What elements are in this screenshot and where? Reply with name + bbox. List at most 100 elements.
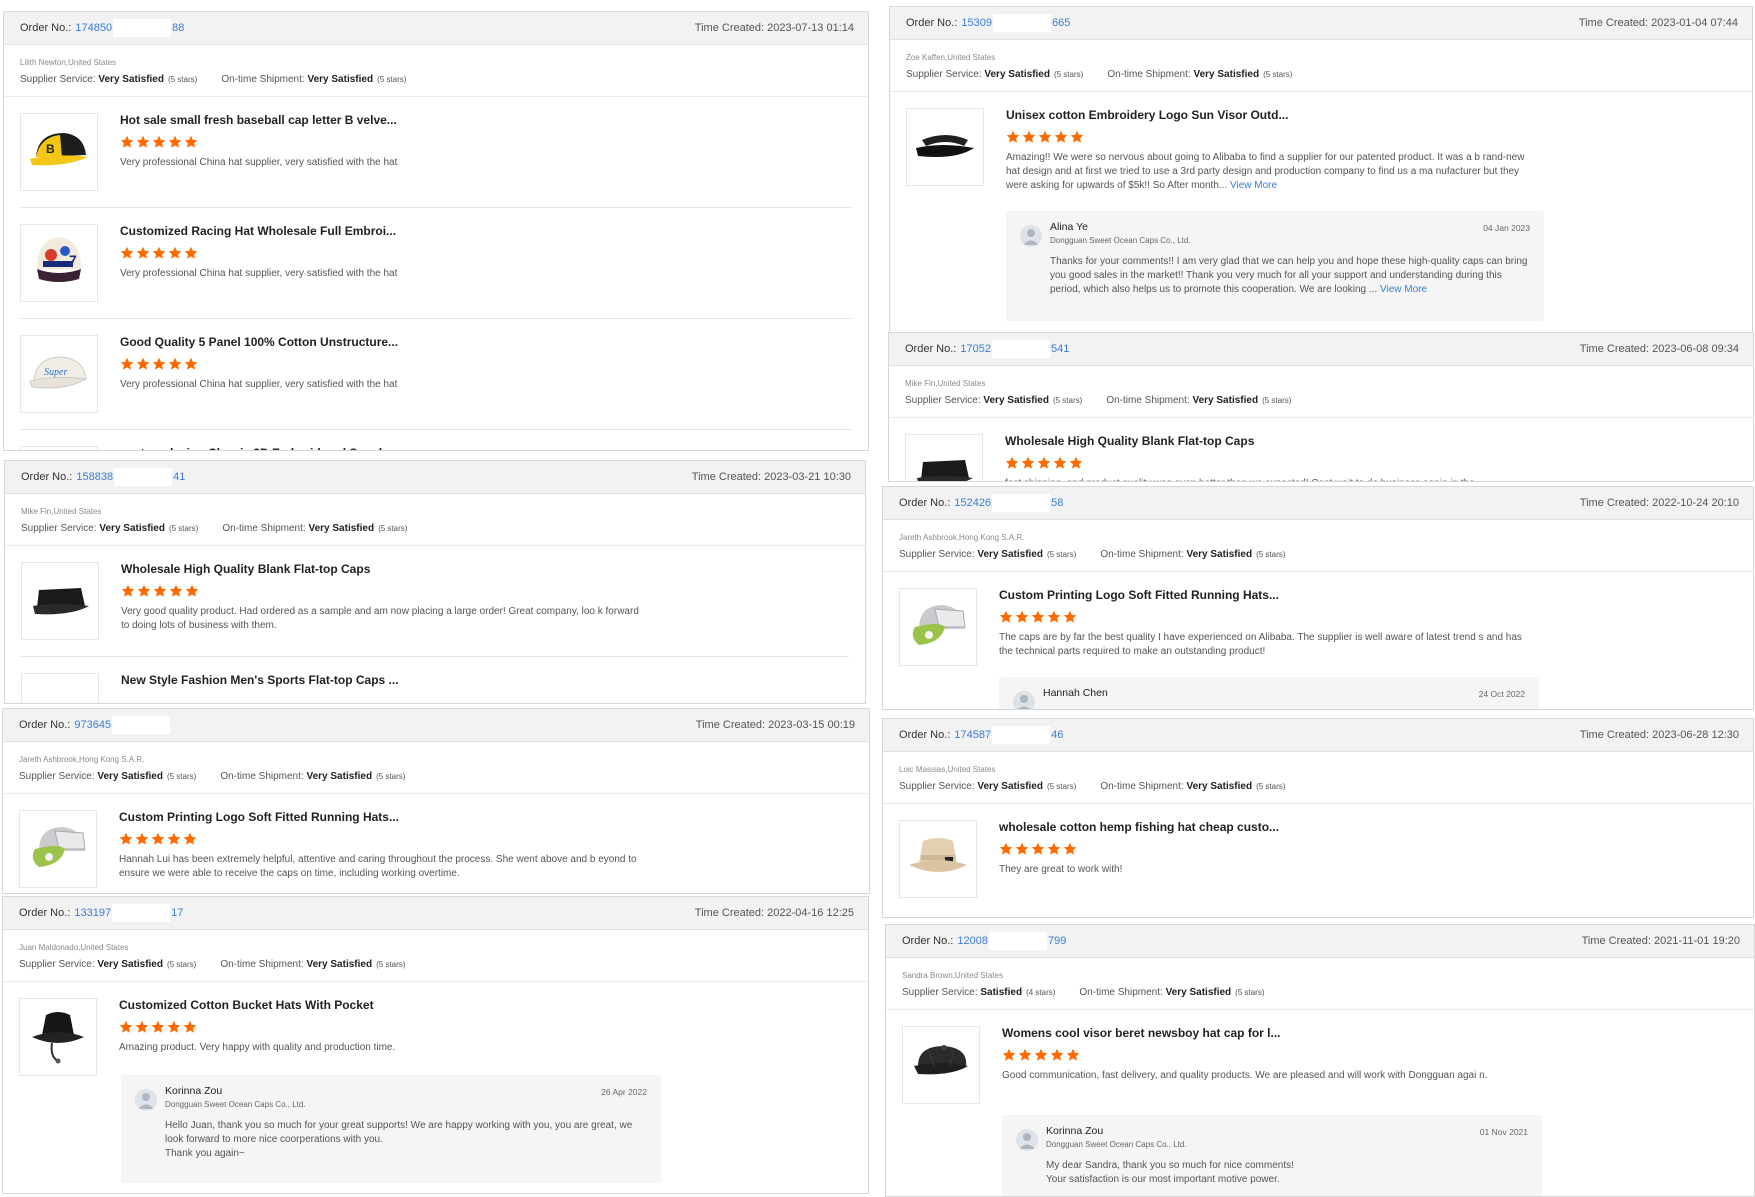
supplier-service: Supplier Service: Very Satisfied (5 stars… [899, 549, 1076, 560]
star-rating [121, 584, 639, 598]
ratings-row: Supplier Service: Very Satisfied (5 stars… [4, 67, 868, 85]
supplier-label: Supplier Service: [899, 781, 975, 792]
review-card: Order No.: 973645 Time Created: 2023-03-15… [2, 708, 870, 894]
reply-text: Thanks for your comments!! I am very gla… [1050, 255, 1530, 297]
shipment-label: On-time Shipment: [1106, 395, 1190, 406]
product-thumbnail[interactable] [906, 108, 984, 186]
card-header: Order No.: 973645 Time Created: 2023-03-15… [3, 709, 869, 742]
order-number-link[interactable]: 174587 [954, 729, 991, 741]
product-thumbnail[interactable] [899, 820, 977, 898]
order-number-suffix[interactable]: 541 [1051, 343, 1069, 355]
order-number-suffix[interactable]: 41 [173, 471, 185, 483]
product-thumbnail[interactable] [905, 434, 983, 481]
order-number-suffix[interactable]: 46 [1051, 729, 1063, 741]
product-thumbnail[interactable] [21, 673, 99, 703]
redaction-mask [113, 19, 172, 37]
shipment-stars: (5 stars) [376, 960, 406, 969]
time-label: Time Created: [694, 22, 765, 34]
review-card: Order No.: 17052 541 Time Created: 2023-06-… [888, 332, 1754, 482]
review-item: Custom Printing Logo Soft Fitted Running… [899, 572, 1737, 682]
product-title[interactable]: Customized Cotton Bucket Hats With Pocke… [119, 998, 642, 1012]
product-thumbnail[interactable] [19, 998, 97, 1076]
product-title[interactable]: Wholesale High Quality Blank Flat-top Ca… [1005, 434, 1527, 448]
order-number-link[interactable]: 15309 [961, 17, 992, 29]
product-thumbnail[interactable]: B [20, 113, 98, 191]
on-time-shipment: On-time Shipment: Very Satisfied (5 stars… [1100, 549, 1285, 560]
star-icon [168, 246, 182, 259]
product-title[interactable]: custom design Classic 3D Embroidered Sna… [120, 446, 642, 450]
product-title[interactable]: Hot sale small fresh baseball cap letter… [120, 113, 642, 127]
product-thumbnail[interactable] [21, 562, 99, 640]
view-more-link[interactable]: View More [1230, 180, 1277, 191]
product-thumbnail[interactable] [19, 810, 97, 888]
order-label: Order No.: [899, 497, 951, 509]
product-thumbnail[interactable]: Super [20, 335, 98, 413]
star-icon [1053, 456, 1067, 469]
review-comment-text: They are great to work with! [999, 864, 1123, 875]
order-label: Order No.: [19, 719, 71, 731]
shipment-stars: (5 stars) [1262, 396, 1292, 405]
product-title[interactable]: Customized Racing Hat Wholesale Full Emb… [120, 224, 642, 238]
order-number-link[interactable]: 174850 [75, 22, 112, 34]
review-comment: Very good quality product. Had ordered a… [121, 605, 639, 633]
product-title[interactable]: Unisex cotton Embroidery Logo Sun Visor … [1006, 108, 1526, 122]
star-icon [184, 246, 198, 259]
ratings-row: Supplier Service: Very Satisfied (5 stars… [883, 774, 1753, 792]
order-number-link[interactable]: 158838 [76, 471, 113, 483]
baseball-cap-icon: B [26, 125, 92, 180]
product-title[interactable]: Good Quality 5 Panel 100% Cotton Unstruc… [120, 335, 642, 349]
product-title[interactable]: Custom Printing Logo Soft Fitted Running… [119, 810, 643, 824]
card-header: Order No.: 15309 665 Time Created: 2023-01-… [890, 7, 1752, 40]
order-number-link[interactable]: 973645 [74, 719, 111, 731]
product-thumbnail[interactable] [899, 588, 977, 666]
view-more-link[interactable]: View More [1380, 284, 1427, 295]
review-item: Wholesale High Quality Blank Flat-top Ca… [21, 546, 849, 657]
buyer-name: Lilith Newton,United States [20, 58, 117, 67]
order-label: Order No.: [902, 935, 954, 947]
product-title[interactable]: wholesale cotton hemp fishing hat cheap … [999, 820, 1527, 834]
supplier-stars: (5 stars) [168, 524, 199, 533]
order-number-link[interactable]: 17052 [960, 343, 991, 355]
product-title[interactable]: New Style Fashion Men's Sports Flat-top … [121, 673, 639, 687]
product-thumbnail[interactable]: 7 [20, 224, 98, 302]
order-number-link[interactable]: 152426 [954, 497, 991, 509]
product-title[interactable]: Womens cool visor beret newsboy hat cap … [1002, 1026, 1528, 1040]
on-time-shipment: On-time Shipment: Very Satisfied (5 stars… [1100, 781, 1285, 792]
supplier-label: Supplier Service: [21, 523, 97, 534]
ratings-row: Supplier Service: Satisfied (4 stars) On-t… [886, 980, 1754, 998]
review-body: Customized Racing Hat Wholesale Full Emb… [120, 224, 642, 281]
redaction-mask [992, 726, 1051, 744]
review-comment-text: Good communication, fast delivery, and q… [1002, 1070, 1488, 1081]
card-header: Order No.: 12008 799 Time Created: 2021-11-… [886, 925, 1754, 958]
order-number-link[interactable]: 133197 [74, 907, 111, 919]
product-title[interactable]: Custom Printing Logo Soft Fitted Running… [999, 588, 1527, 602]
supplier-rating: Very Satisfied [977, 549, 1043, 560]
product-thumbnail[interactable] [902, 1026, 980, 1104]
newsboy-cap-icon [908, 1038, 974, 1093]
buyer-name: Jareth Ashbrook,Hong Kong S.A.R. [19, 755, 145, 764]
review-comment-text: Very professional China hat supplier, ve… [120, 157, 398, 168]
star-icon [1031, 610, 1045, 623]
reply-body: Korinna Zou Dongguan Sweet Ocean Caps Co.… [165, 1085, 647, 1161]
star-icon [1050, 1048, 1064, 1061]
buyer-name: Mike Fin,United States [21, 507, 102, 516]
time-created: Time Created: 2022-04-16 12:25 [695, 907, 854, 919]
on-time-shipment: On-time Shipment: Very Satisfied (5 stars… [1106, 395, 1291, 406]
reply-date: 26 Apr 2022 [601, 1087, 647, 1097]
supplier-reply: Hannah Chen 24 Oct 2022 [999, 677, 1539, 709]
redaction-mask [112, 716, 171, 734]
order-number-suffix[interactable]: 88 [172, 22, 184, 34]
star-icon [119, 1020, 133, 1033]
order-number: Order No.: 174850 88 [20, 19, 184, 37]
shipment-label: On-time Shipment: [1079, 987, 1163, 998]
order-number-suffix[interactable]: 799 [1048, 935, 1066, 947]
review-comment: Good communication, fast delivery, and q… [1002, 1069, 1528, 1083]
order-number-link[interactable]: 12008 [957, 935, 988, 947]
order-number-suffix[interactable]: 58 [1051, 497, 1063, 509]
product-thumbnail[interactable] [20, 446, 98, 450]
shipment-label: On-time Shipment: [222, 523, 306, 534]
order-number-suffix[interactable]: 17 [171, 907, 183, 919]
time-created: Time Created: 2023-03-21 10:30 [692, 471, 851, 483]
order-number-suffix[interactable]: 665 [1052, 17, 1070, 29]
product-title[interactable]: Wholesale High Quality Blank Flat-top Ca… [121, 562, 639, 576]
